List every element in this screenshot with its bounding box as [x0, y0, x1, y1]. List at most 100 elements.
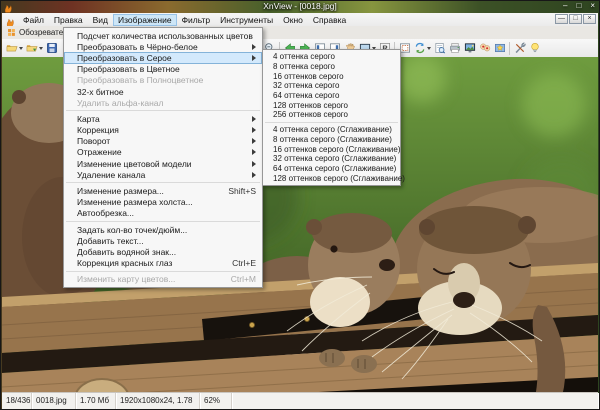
red-eye-icon	[479, 42, 491, 54]
menu-item-label: 32-х битное	[77, 87, 124, 97]
submenu-item-grey-64-dither[interactable]: 64 оттенка серого (Сглаживание)	[263, 164, 400, 174]
submenu-item-grey-128-dither[interactable]: 128 оттенков серого (Сглаживание)	[263, 173, 400, 183]
submenu-item-grey-128[interactable]: 128 оттенков серого	[263, 100, 400, 110]
menu-item-adjust[interactable]: Коррекция	[64, 125, 262, 136]
capture-button[interactable]	[492, 40, 507, 56]
save-icon	[46, 42, 58, 54]
menu-item-color-model[interactable]: Изменение цветовой модели	[64, 158, 262, 169]
mdi-restore-button[interactable]: □	[569, 14, 582, 24]
open-button[interactable]	[4, 40, 24, 56]
menu-item-label: 64 оттенка серого (Сглаживание)	[273, 164, 396, 173]
submenu-arrow-icon	[252, 127, 256, 133]
menu-item-remove-channel[interactable]: Удаление канала	[64, 169, 262, 180]
menu-item-shortcut: Shift+S	[218, 186, 256, 196]
menu-item-32bit[interactable]: 32-х битное	[64, 86, 262, 97]
maximize-window-button[interactable]: □	[576, 0, 581, 12]
preview-icon	[434, 42, 446, 54]
menu-item-watermark[interactable]: Добавить водяной знак...	[64, 246, 262, 257]
mdi-controls: —□×	[554, 14, 596, 24]
minimize-window-button[interactable]: –	[563, 0, 567, 12]
menubar: ФайлПравкаВидИзображениеФильтрИнструмент…	[2, 13, 598, 27]
window-controls: –□ ×	[563, 0, 595, 12]
menu-item-convert-truecolour[interactable]: Преобразовать в Полноцветное	[64, 75, 262, 86]
grey-submenu: 4 оттенка серого8 оттенка серого16 оттен…	[262, 49, 401, 186]
menubar-item-image[interactable]: Изображение	[113, 14, 177, 26]
convert-button[interactable]	[412, 40, 432, 56]
menubar-item-help[interactable]: Справка	[308, 14, 351, 26]
menu-item-rotate[interactable]: Поворот	[64, 136, 262, 147]
menu-item-count-colors[interactable]: Подсчет количества использованных цветов	[64, 30, 262, 41]
menu-item-map[interactable]: Карта	[64, 113, 262, 124]
titlebar: XnView - [0018.jpg] –□ ×	[0, 0, 600, 13]
menu-item-label: Изменение цветовой модели	[77, 159, 192, 169]
wrench-icon	[514, 42, 526, 54]
menu-separator	[66, 271, 260, 272]
menu-item-red-eye-fix[interactable]: Коррекция красных глазCtrl+E	[64, 258, 262, 269]
submenu-arrow-icon	[252, 44, 256, 50]
tip-button[interactable]	[527, 40, 542, 56]
submenu-item-grey-8-dither[interactable]: 8 оттенка серого (Сглаживание)	[263, 135, 400, 145]
submenu-item-grey-4[interactable]: 4 оттенка серого	[263, 52, 400, 62]
menu-item-edit-colormap[interactable]: Изменить карту цветов...Ctrl+M	[64, 274, 262, 285]
submenu-item-grey-16[interactable]: 16 оттенков серого	[263, 71, 400, 81]
submenu-item-grey-32[interactable]: 32 оттенка серого	[263, 81, 400, 91]
submenu-item-grey-4-dither[interactable]: 4 оттенка серого (Сглаживание)	[263, 125, 400, 135]
window-title: XnView - [0018.jpg]	[0, 1, 600, 11]
menu-item-mirror[interactable]: Отражение	[64, 147, 262, 158]
menu-item-label: Удаление канала	[77, 170, 145, 180]
submenu-item-grey-16-dither[interactable]: 16 оттенков серого (Сглаживание)	[263, 144, 400, 154]
close-window-button[interactable]: ×	[590, 0, 595, 12]
menu-item-label: Автообрезка...	[77, 208, 134, 218]
print-button[interactable]	[447, 40, 462, 56]
browser-grid-icon	[7, 28, 16, 37]
settings-button[interactable]	[512, 40, 527, 56]
dropdown-arrow-icon	[39, 47, 43, 50]
dropdown-arrow-icon	[19, 47, 23, 50]
menu-item-remove-alpha[interactable]: Удалить альфа-канал	[64, 97, 262, 108]
menubar-item-window[interactable]: Окно	[278, 14, 308, 26]
save-button[interactable]	[44, 40, 59, 56]
mdi-close-button[interactable]: ×	[583, 14, 596, 24]
red-eye-button[interactable]	[477, 40, 492, 56]
folder-browse-icon	[26, 42, 38, 54]
submenu-arrow-icon	[252, 55, 256, 61]
menubar-item-tools[interactable]: Инструменты	[215, 14, 278, 26]
status-filename: 0018.jpg	[32, 393, 76, 409]
menubar-item-file[interactable]: Файл	[18, 14, 49, 26]
menu-item-label: 4 оттенка серого (Сглаживание)	[273, 125, 392, 134]
capture-icon	[494, 42, 506, 54]
menu-separator	[66, 221, 260, 222]
menu-item-label: Карта	[77, 114, 100, 124]
menubar-item-view[interactable]: Вид	[88, 14, 113, 26]
toolbar-group-file	[4, 40, 59, 56]
menu-item-label: 16 оттенков серого	[273, 72, 344, 81]
menu-item-label: Преобразовать в Серое	[77, 53, 172, 63]
submenu-item-grey-256[interactable]: 256 оттенков серого	[263, 110, 400, 120]
browse-button[interactable]	[24, 40, 44, 56]
submenu-arrow-icon	[252, 149, 256, 155]
menu-item-add-text[interactable]: Добавить текст...	[64, 235, 262, 246]
menu-item-convert-colour[interactable]: Преобразовать в Цветное	[64, 64, 262, 75]
menu-item-resize[interactable]: Изменение размера... Shift+S	[64, 185, 262, 196]
menu-item-label: 256 оттенков серого	[273, 110, 348, 119]
mdi-minimize-button[interactable]: —	[555, 14, 568, 24]
menu-item-autocrop[interactable]: Автообрезка...	[64, 208, 262, 219]
status-bar: 18/4360018.jpg1.70 Мб1920x1080x24, 1.786…	[2, 392, 598, 409]
menu-item-convert-binary[interactable]: Преобразовать в Чёрно-белое	[64, 41, 262, 52]
preview-button[interactable]	[432, 40, 447, 56]
menu-item-convert-grey[interactable]: Преобразовать в Серое	[64, 52, 262, 63]
submenu-item-grey-32-dither[interactable]: 32 оттенка серого (Сглаживание)	[263, 154, 400, 164]
submenu-item-grey-64[interactable]: 64 оттенка серого	[263, 91, 400, 101]
submenu-item-grey-8[interactable]: 8 оттенка серого	[263, 62, 400, 72]
menubar-item-edit[interactable]: Правка	[49, 14, 88, 26]
menu-item-set-dpi[interactable]: Задать кол-во точек/дюйм...	[64, 224, 262, 235]
menu-item-canvas-resize[interactable]: Изменение размера холста...	[64, 197, 262, 208]
submenu-arrow-icon	[252, 172, 256, 178]
xnview-window: XnView - [0018.jpg] –□× ФайлПравкаВидИзо…	[0, 0, 600, 410]
menu-item-shortcut: Ctrl+M	[221, 274, 256, 284]
menubar-item-filter[interactable]: Фильтр	[177, 14, 216, 26]
menu-item-label: Изменение размера...	[77, 186, 164, 196]
status-zoom-level: 62%	[200, 393, 232, 409]
menu-item-label: Изменение размера холста...	[77, 197, 193, 207]
slideshow-button[interactable]	[462, 40, 477, 56]
